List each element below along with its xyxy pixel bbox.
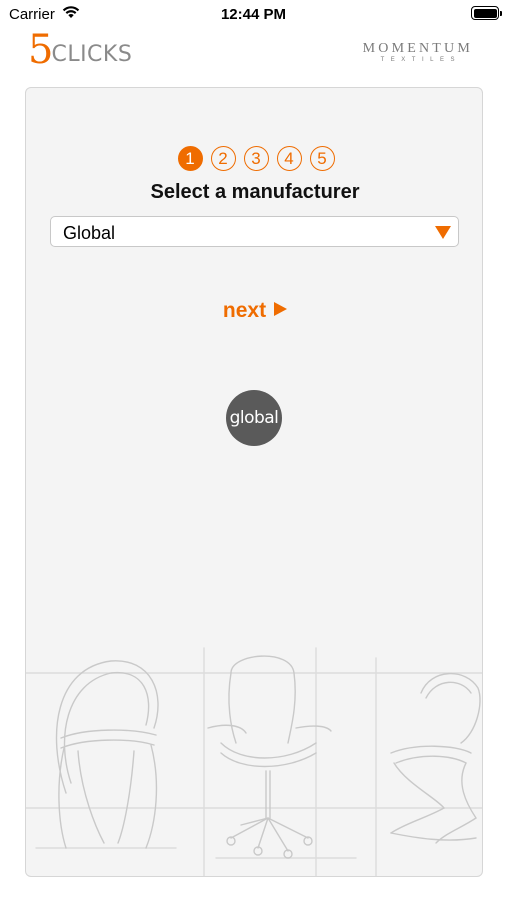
wizard-card: 1 2 3 4 5 Select a manufacturer Global n… [25,87,483,877]
app-logo-five: 5 [28,27,54,73]
step-3[interactable]: 3 [243,146,269,171]
step-indicator: 1 2 3 4 5 [26,146,482,171]
partner-logo-name: MOMENTUM [362,41,473,56]
page-title: Select a manufacturer [150,181,360,203]
step-2[interactable]: 2 [210,146,236,171]
app-logo: 5 CLICKS [28,30,132,70]
next-button-label: next [222,299,267,322]
manufacturer-select[interactable]: Global [50,216,459,247]
step-4[interactable]: 4 [276,146,302,171]
battery-icon [471,6,502,20]
dropdown-arrow-icon[interactable] [435,226,451,239]
clock-time: 12:44 PM [220,6,287,23]
partner-logo-subtitle: TEXTILES [380,57,461,63]
step-1[interactable]: 1 [177,146,203,171]
play-arrow-icon [274,302,288,316]
step-5[interactable]: 5 [309,146,335,171]
next-button[interactable]: next [26,299,482,323]
manufacturer-logo: global [226,390,282,446]
partner-logo: MOMENTUM TEXTILES [363,42,473,64]
manufacturer-select-value: Global [63,223,116,243]
status-bar: Carrier 12:44 PM [0,0,507,28]
app-logo-clicks: CLICKS [51,42,133,67]
chair-sketch-illustration [26,647,482,876]
